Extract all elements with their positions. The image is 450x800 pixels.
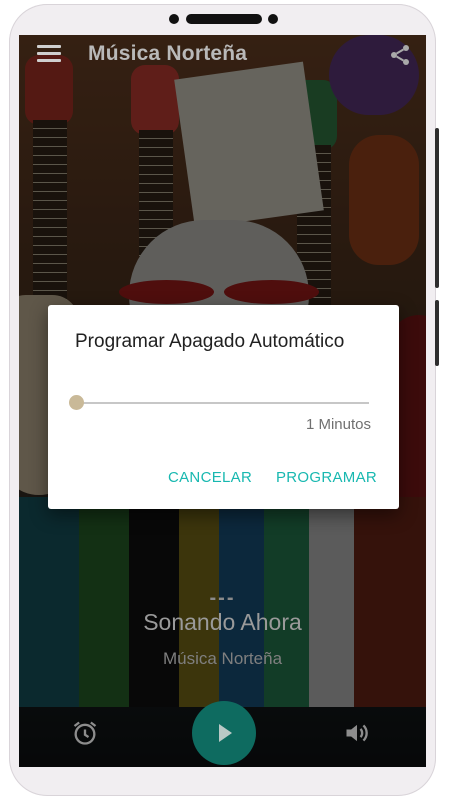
- sleep-timer-dialog: Programar Apagado Automático 1 Minutos C…: [48, 305, 399, 509]
- alarm-clock-icon[interactable]: [71, 719, 99, 747]
- station-name: Música Norteña: [162, 649, 283, 668]
- menu-icon[interactable]: [37, 45, 61, 63]
- dialog-title: Programar Apagado Automático: [75, 331, 345, 352]
- cancel-button[interactable]: CANCELAR: [168, 469, 252, 486]
- app-toolbar: Música Norteña: [19, 35, 426, 75]
- app-title: Música Norteña: [88, 42, 248, 65]
- minutes-slider-track[interactable]: [75, 402, 369, 404]
- now-playing-label: Sonando Ahora: [143, 609, 302, 635]
- schedule-button[interactable]: PROGRAMAR: [276, 469, 377, 486]
- phone-side-button: [435, 128, 439, 288]
- app-screen: Música Norteña --- Sonando Ahora Música …: [19, 35, 426, 767]
- speaker-grille: [186, 14, 262, 24]
- minutes-slider-thumb[interactable]: [69, 395, 84, 410]
- share-icon[interactable]: [388, 43, 412, 67]
- track-title-placeholder: ---: [209, 587, 236, 609]
- sensor: [268, 14, 278, 24]
- front-camera: [169, 14, 179, 24]
- phone-side-button: [435, 300, 439, 366]
- minutes-value: 1 Minutos: [305, 416, 371, 433]
- play-button[interactable]: [192, 701, 256, 765]
- volume-icon[interactable]: [343, 719, 371, 747]
